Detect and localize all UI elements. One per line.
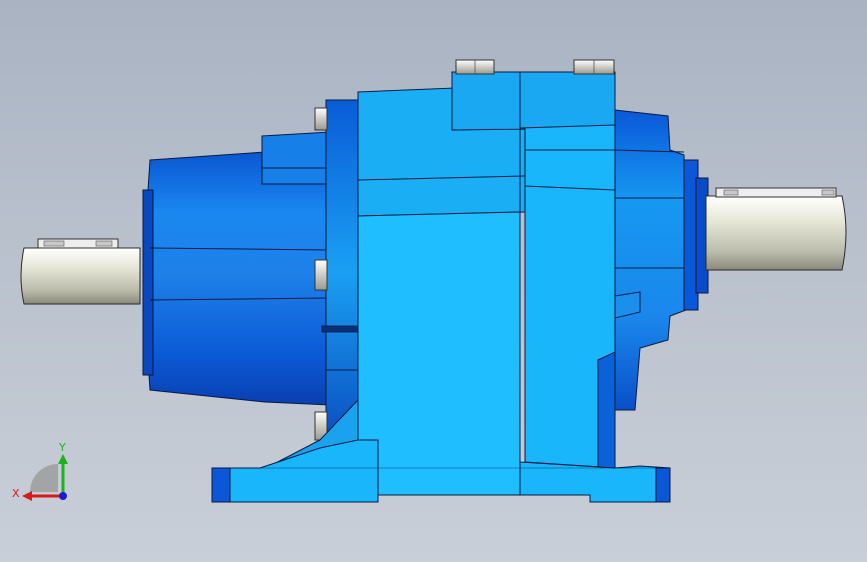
- input-housing[interactable]: [142, 131, 331, 406]
- output-shaft[interactable]: [705, 187, 847, 271]
- bolt-head-mid: [314, 259, 328, 291]
- y-axis-label: Y: [58, 441, 66, 454]
- input-shaft[interactable]: [20, 238, 141, 305]
- left-foot-pad: [211, 467, 231, 503]
- x-axis-arrowhead: [22, 491, 32, 501]
- right-foot-pad: [655, 467, 671, 503]
- x-axis-label: X: [12, 487, 20, 500]
- y-axis-arrowhead: [58, 454, 68, 464]
- output-housing[interactable]: [597, 109, 709, 469]
- axis-triad: Y X: [12, 441, 68, 501]
- cad-viewport[interactable]: Y X: [0, 0, 867, 562]
- gear-reducer-model[interactable]: [0, 0, 867, 562]
- bolt-head-top: [314, 107, 328, 131]
- z-axis-dot: [59, 492, 67, 500]
